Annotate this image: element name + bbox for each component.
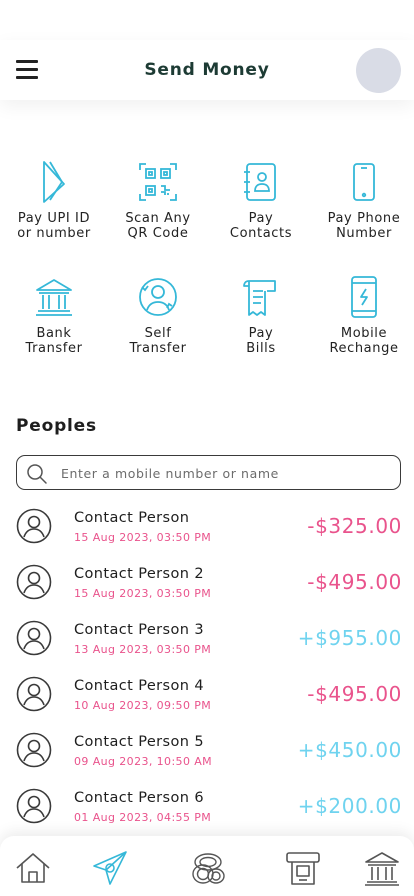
contact-name: Contact Person 2 [74, 566, 204, 582]
transaction-amount: -$495.00 [307, 570, 402, 594]
transaction-amount: +$450.00 [297, 738, 402, 762]
upi-icon [43, 161, 65, 203]
transaction-date: 13 Aug 2023, 03:50 PM [74, 643, 212, 656]
list-item[interactable]: Contact Person 6 01 Aug 2023, 04:55 PM +$2… [0, 782, 414, 838]
pay-contacts-label: Pay Contacts [229, 211, 293, 241]
atm-icon[interactable] [283, 848, 323, 888]
scan-qr-button[interactable]: Scan Any QR Code [108, 158, 208, 241]
phone-icon [353, 163, 375, 201]
bank-transfer-label: Bank Transfer [25, 326, 83, 356]
coins-icon[interactable] [188, 848, 228, 888]
list-item[interactable]: Contact Person 15 Aug 2023, 03:50 PM -$325… [0, 502, 414, 558]
pay-contacts-button[interactable]: Pay Contacts [211, 158, 311, 241]
home-icon[interactable] [13, 848, 53, 888]
page-title: Send Money [144, 60, 270, 80]
transaction-date: 15 Aug 2023, 03:50 PM [74, 531, 212, 544]
mobile-recharge-label: Mobile Rechange [329, 326, 399, 356]
transaction-date: 10 Aug 2023, 09:50 PM [74, 699, 212, 712]
bank-transfer-button[interactable]: Bank Transfer [4, 273, 104, 356]
send-icon[interactable] [90, 848, 130, 888]
peoples-heading: Peoples [16, 416, 97, 436]
self-transfer-button[interactable]: Self Transfer [108, 273, 208, 356]
self-transfer-icon [139, 278, 177, 316]
list-item[interactable]: Contact Person 5 09 Aug 2023, 10:50 AM +$4… [0, 726, 414, 782]
contact-name: Contact Person 3 [74, 622, 204, 638]
mobile-recharge-button[interactable]: Mobile Rechange [314, 273, 414, 356]
transaction-date: 09 Aug 2023, 10:50 AM [74, 755, 213, 768]
scan-qr-label: Scan Any QR Code [125, 211, 191, 241]
bill-receipt-icon [243, 280, 276, 316]
user-avatar-icon [16, 508, 52, 544]
bank-icon[interactable] [362, 848, 402, 888]
self-transfer-label: Self Transfer [129, 326, 187, 356]
app-header: Send Money [0, 40, 414, 100]
pay-bills-button[interactable]: Pay Bills [211, 273, 311, 356]
user-avatar-icon [16, 564, 52, 600]
transaction-amount: -$495.00 [307, 682, 402, 706]
pay-phone-button[interactable]: Pay Phone Number [314, 158, 414, 241]
search-icon[interactable] [25, 462, 49, 486]
user-avatar-icon [16, 676, 52, 712]
pay-phone-label: Pay Phone Number [327, 211, 401, 241]
contact-name: Contact Person 6 [74, 790, 204, 806]
contact-name: Contact Person [74, 510, 190, 526]
list-item[interactable]: Contact Person 3 13 Aug 2023, 03:50 PM +$9… [0, 614, 414, 670]
contacts-book-icon [244, 163, 276, 201]
mobile-recharge-icon [351, 276, 377, 318]
search-box [16, 455, 401, 490]
bottom-tab-bar [0, 836, 414, 896]
user-avatar-icon [16, 732, 52, 768]
transaction-date: 01 Aug 2023, 04:55 PM [74, 811, 212, 824]
list-item[interactable]: Contact Person 2 15 Aug 2023, 03:50 PM -$4… [0, 558, 414, 614]
transaction-amount: +$955.00 [297, 626, 402, 650]
bank-icon [36, 279, 72, 316]
profile-avatar[interactable] [356, 48, 401, 93]
pay-bills-label: Pay Bills [246, 326, 276, 356]
qr-code-icon [139, 163, 177, 201]
transaction-amount: +$200.00 [297, 794, 402, 818]
list-item[interactable]: Contact Person 4 10 Aug 2023, 09:50 PM -$4… [0, 670, 414, 726]
user-avatar-icon [16, 788, 52, 824]
pay-upi-label: Pay UPI ID or number [17, 211, 91, 241]
pay-upi-button[interactable]: Pay UPI ID or number [4, 158, 104, 241]
transaction-amount: -$325.00 [307, 514, 402, 538]
contact-name: Contact Person 4 [74, 678, 204, 694]
search-input[interactable] [61, 462, 381, 484]
contact-name: Contact Person 5 [74, 734, 204, 750]
transaction-date: 15 Aug 2023, 03:50 PM [74, 587, 212, 600]
user-avatar-icon [16, 620, 52, 656]
